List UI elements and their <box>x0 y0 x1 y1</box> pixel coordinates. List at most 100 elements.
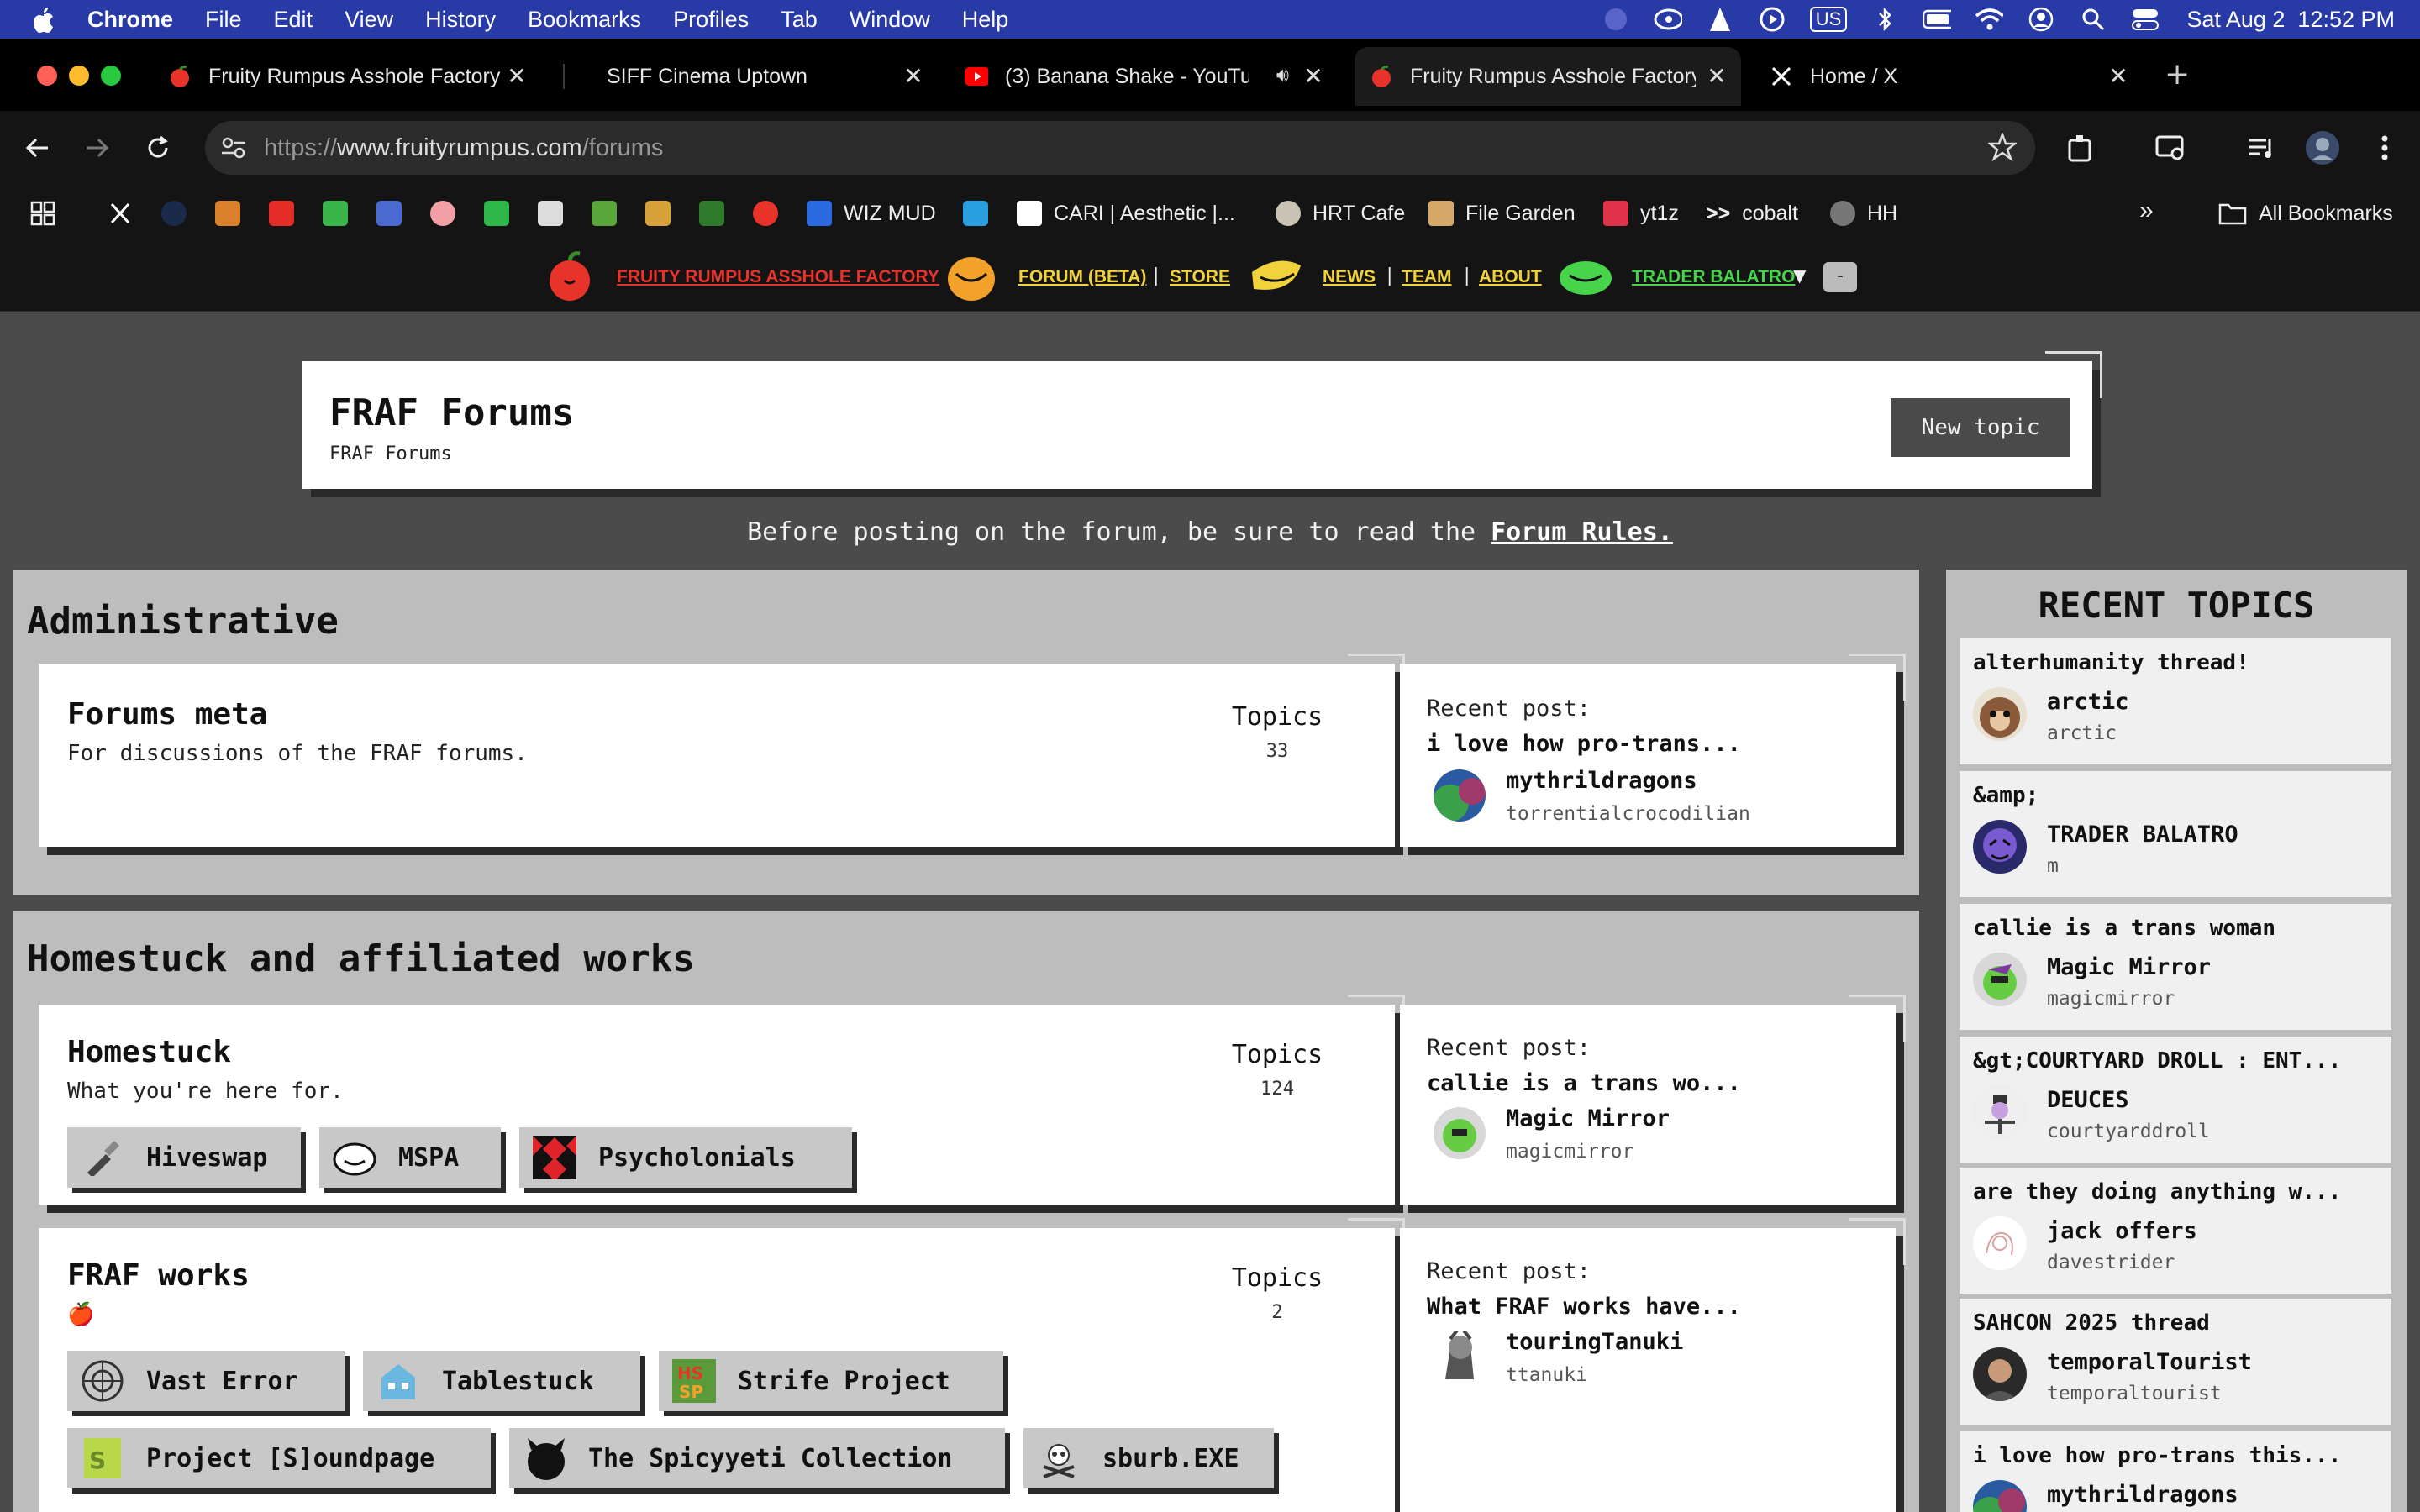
user-avatar[interactable] <box>1973 1480 2027 1512</box>
user-avatar[interactable] <box>1973 1085 2027 1139</box>
speaker-icon[interactable]: 🔊︎ <box>1276 64 1289 87</box>
recent-post-title[interactable]: What FRAF works have... <box>1427 1294 1741 1320</box>
bookmark-cobalt[interactable]: >> cobalt <box>1706 198 1798 228</box>
menu-tab[interactable]: Tab <box>781 7 818 33</box>
recent-post-card[interactable]: Recent post: callie is a trans wo... Mag… <box>1400 995 1906 1205</box>
play-icon[interactable] <box>1758 5 1786 34</box>
recent-topic-item[interactable]: callie is a trans woman Magic Mirror mag… <box>1960 904 2391 1030</box>
forum-card-fraf-works[interactable]: FRAF works 🍎 Topics 2 Vast Error Tablest… <box>39 1218 1405 1512</box>
recent-topic-title[interactable]: i love how pro-trans this... <box>1973 1443 2341 1468</box>
subforum-project-soundpage[interactable]: S Project [S]oundpage <box>67 1428 491 1488</box>
window-minimize-button[interactable] <box>69 66 89 86</box>
user-avatar[interactable] <box>1434 1107 1486 1159</box>
menu-clock[interactable]: Sat Aug 2 12:52 PM <box>2186 7 2395 33</box>
address-bar[interactable]: https://www.fruityrumpus.com/forums <box>205 121 2035 175</box>
nav-forum-link[interactable]: FORUM (BETA) <box>1018 267 1146 287</box>
tab-close-icon[interactable]: ✕ <box>1704 62 1729 90</box>
bookmark-pink-icon[interactable] <box>430 201 455 226</box>
recent-topic-item[interactable]: &amp; TRADER BALATRO m <box>1960 771 2391 897</box>
recent-topic-title[interactable]: &amp; <box>1973 783 2039 808</box>
recent-post-card[interactable]: Recent post: i love how pro-trans... myt… <box>1400 654 1906 847</box>
site-settings-icon[interactable] <box>220 134 247 161</box>
apple-menu-icon[interactable] <box>32 6 55 33</box>
all-bookmarks-folder[interactable]: All Bookmarks <box>2218 198 2393 228</box>
bookmark-x-icon[interactable] <box>108 201 133 226</box>
recent-topic-title[interactable]: alterhumanity thread! <box>1973 650 2249 675</box>
bookmark-cari[interactable]: CARI | Aesthetic |... <box>1017 198 1235 228</box>
tab-close-icon[interactable]: ✕ <box>1301 62 1326 90</box>
record-indicator-icon[interactable] <box>1602 5 1630 34</box>
tab-x-home[interactable]: Home / X ✕ <box>1770 47 2131 106</box>
recent-post-card[interactable]: Recent post: What FRAF works have... tou… <box>1400 1218 1906 1512</box>
forward-button[interactable] <box>77 128 118 168</box>
new-topic-button[interactable]: New topic <box>1891 398 2070 457</box>
user-avatar[interactable] <box>1434 1331 1486 1383</box>
subforum-mspa[interactable]: MSPA <box>319 1127 501 1188</box>
recent-topic-title[interactable]: SAHCON 2025 thread <box>1973 1310 2210 1336</box>
subforum-tablestuck[interactable]: Tablestuck <box>363 1351 640 1411</box>
tab-siff-cinema[interactable]: SIFF Cinema Uptown ✕ <box>607 47 926 106</box>
forum-title[interactable]: Forums meta <box>67 697 267 732</box>
tab-fraf-active[interactable]: Fruity Rumpus Asshole Factory ✕ <box>1355 47 1741 106</box>
recent-topic-item[interactable]: i love how pro-trans this... mythrildrag… <box>1960 1431 2391 1512</box>
recent-post-title[interactable]: i love how pro-trans... <box>1427 731 1741 757</box>
user-avatar[interactable] <box>1973 1347 2027 1401</box>
media-controls-icon[interactable] <box>2242 128 2282 168</box>
recent-post-user[interactable]: mythrildragons <box>1506 768 1697 794</box>
subforum-hiveswap[interactable]: Hiveswap <box>67 1127 301 1188</box>
tab-search-icon[interactable] <box>2151 128 2191 168</box>
more-bookmarks-chevron-icon[interactable]: » <box>2139 197 2154 225</box>
extensions-icon[interactable] <box>2060 128 2101 168</box>
creative-cloud-icon[interactable] <box>1654 5 1682 34</box>
bookmark-gift-icon[interactable] <box>592 201 617 226</box>
spotlight-search-icon[interactable] <box>2079 5 2107 34</box>
recent-topic-item[interactable]: &gt;COURTYARD DROLL : ENT... DEUCES cour… <box>1960 1037 2391 1163</box>
user-avatar[interactable] <box>1973 820 2027 874</box>
subforum-sburb-exe[interactable]: sburb.EXE <box>1023 1428 1274 1488</box>
bookmark-newgrounds-icon[interactable] <box>215 201 240 226</box>
user-avatar[interactable] <box>1434 769 1486 822</box>
input-source-badge[interactable]: US <box>1809 7 1848 32</box>
menu-edit[interactable]: Edit <box>274 7 313 33</box>
recent-topic-user[interactable]: jack offers <box>2047 1218 2197 1244</box>
tab-youtube[interactable]: (3) Banana Shake - YouTube 🔊︎ ✕ <box>965 47 1326 106</box>
wifi-icon[interactable] <box>1975 5 2004 34</box>
bookmark-youtube-icon[interactable] <box>269 201 294 226</box>
forum-rules-link[interactable]: Forum Rules. <box>1491 517 1673 547</box>
recent-topic-item[interactable]: are they doing anything w... jack offers… <box>1960 1168 2391 1294</box>
bookmark-file-garden[interactable]: File Garden <box>1428 198 1576 228</box>
apps-grid-icon[interactable] <box>30 201 55 226</box>
forum-card-homestuck[interactable]: Homestuck What you're here for. Topics 1… <box>39 995 1405 1205</box>
subforum-vast-error[interactable]: Vast Error <box>67 1351 345 1411</box>
bookmark-green-app-icon[interactable] <box>323 201 348 226</box>
recent-topic-user[interactable]: mythrildragons <box>2047 1482 2238 1508</box>
reload-button[interactable] <box>138 128 178 168</box>
menu-profiles[interactable]: Profiles <box>673 7 749 33</box>
bookmark-hh[interactable]: HH <box>1830 198 1897 228</box>
recent-topic-title[interactable]: are they doing anything w... <box>1973 1179 2341 1205</box>
nav-team-link[interactable]: TEAM <box>1402 267 1452 287</box>
user-avatar[interactable] <box>1973 953 2027 1006</box>
bookmark-wiz-mud[interactable]: WIZ MUD <box>807 198 936 228</box>
bookmark-parallelogram-icon[interactable] <box>963 201 988 226</box>
nav-news-link[interactable]: NEWS <box>1323 267 1376 287</box>
nav-home-link[interactable]: FRUITY RUMPUS ASSHOLE FACTORY <box>617 267 939 287</box>
tab-close-icon[interactable]: ✕ <box>901 62 926 90</box>
chrome-menu-icon[interactable] <box>2365 128 2405 168</box>
recent-topic-user[interactable]: arctic <box>2047 689 2129 715</box>
vlc-icon[interactable] <box>1706 5 1734 34</box>
address-url[interactable]: https://www.fruityrumpus.com/forums <box>264 134 663 162</box>
tab-close-icon[interactable]: ✕ <box>2106 62 2131 90</box>
recent-topic-user[interactable]: TRADER BALATRO <box>2047 822 2238 848</box>
menu-bookmarks[interactable]: Bookmarks <box>528 7 641 33</box>
user-avatar[interactable] <box>1973 1216 2027 1270</box>
recent-topic-title[interactable]: callie is a trans woman <box>1973 916 2275 941</box>
menu-help[interactable]: Help <box>962 7 1009 33</box>
recent-topic-title[interactable]: &gt;COURTYARD DROLL : ENT... <box>1973 1048 2341 1074</box>
bookmark-yt1z[interactable]: yt1z <box>1603 198 1679 228</box>
recent-topic-user[interactable]: Magic Mirror <box>2047 954 2211 980</box>
user-avatar[interactable] <box>1973 687 2027 741</box>
subforum-strife-project[interactable]: HS SP Strife Project <box>659 1351 1003 1411</box>
breadcrumb[interactable]: FRAF Forums <box>329 444 452 465</box>
bookmark-star-icon[interactable] <box>1988 133 2017 161</box>
